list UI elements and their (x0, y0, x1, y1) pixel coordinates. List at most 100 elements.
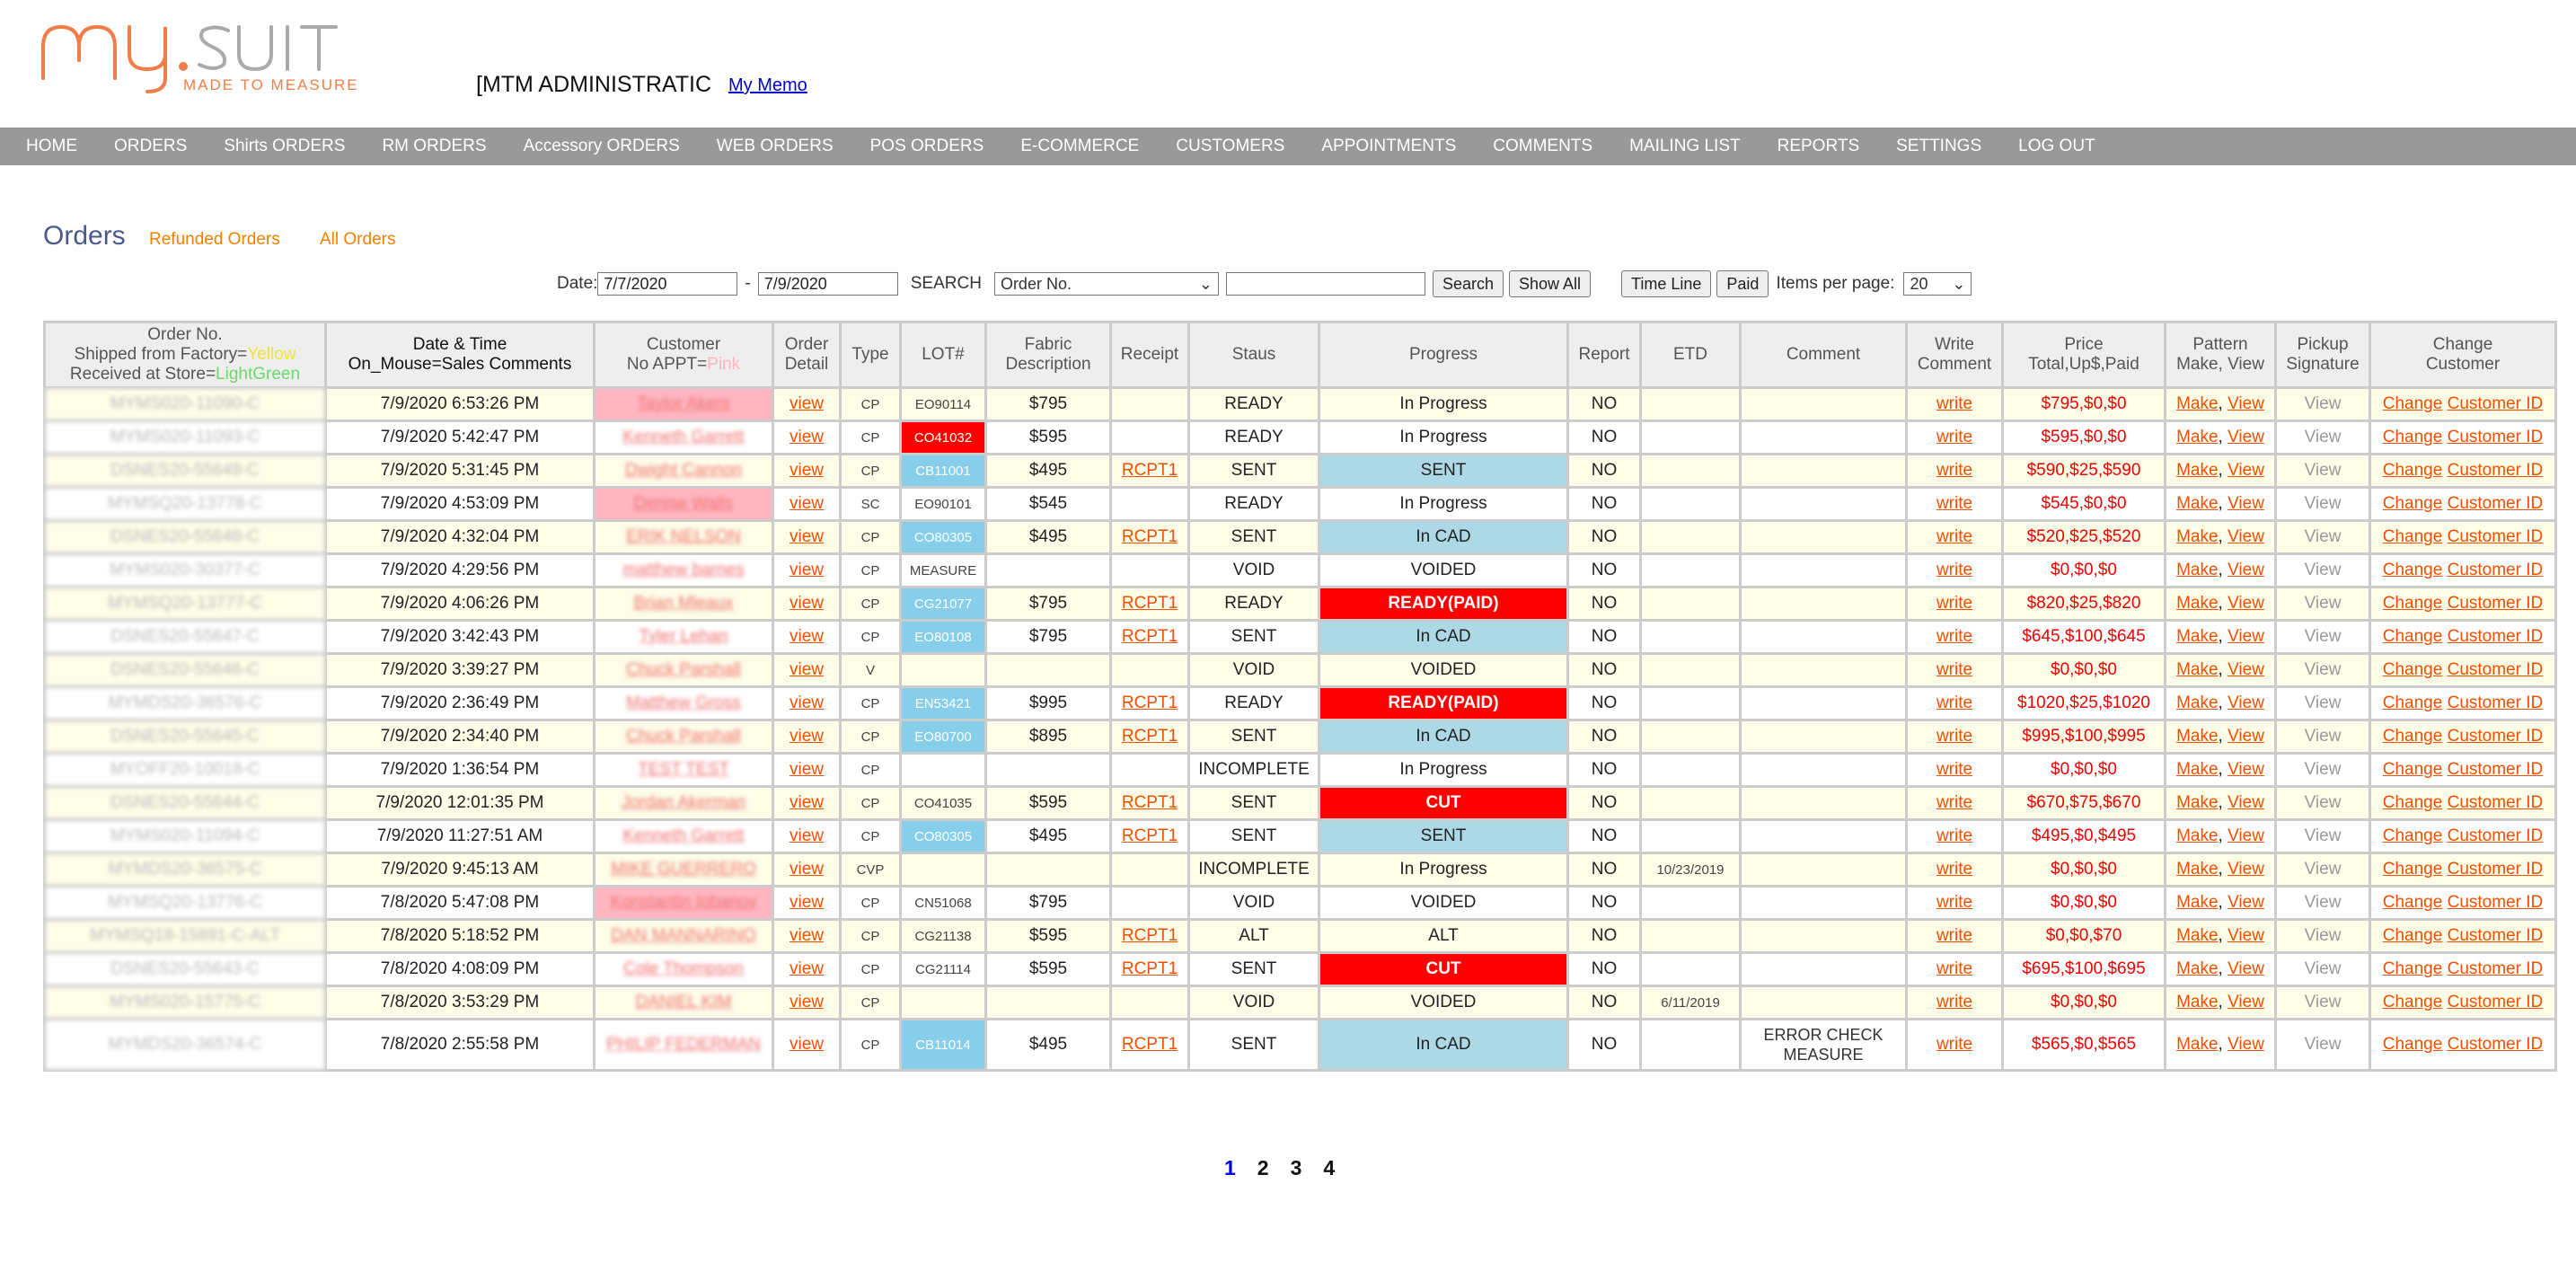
make-pattern-link[interactable]: Make (2176, 428, 2218, 446)
nav-mailing-list[interactable]: MAILING LIST (1629, 137, 1741, 156)
view-pattern-link[interactable]: View (2228, 793, 2264, 812)
make-pattern-link[interactable]: Make (2176, 926, 2218, 945)
nav-web-orders[interactable]: WEB ORDERS (717, 137, 834, 156)
view-order-link[interactable]: view (790, 627, 824, 646)
order-number[interactable]: MYMS020-11090-C (46, 389, 324, 420)
page-3-link[interactable]: 3 (1291, 1156, 1302, 1180)
write-comment-link[interactable]: write (1936, 594, 1972, 613)
write-comment-link[interactable]: write (1936, 760, 1972, 779)
view-order-link[interactable]: view (790, 461, 824, 480)
customer-link[interactable]: Tyler Lehan (639, 627, 728, 646)
customer-id-link[interactable]: Customer ID (2448, 926, 2544, 945)
pickup-signature[interactable]: View (2277, 987, 2369, 1018)
make-pattern-link[interactable]: Make (2176, 594, 2218, 613)
order-number[interactable]: DSNES20-55646-C (46, 655, 324, 685)
view-pattern-link[interactable]: View (2228, 826, 2264, 845)
view-pattern-link[interactable]: View (2228, 893, 2264, 912)
order-number[interactable]: MYMS020-11093-C (46, 422, 324, 453)
nav-log-out[interactable]: LOG OUT (2018, 137, 2095, 156)
change-link[interactable]: Change (2383, 793, 2443, 812)
show-all-button[interactable]: Show All (1508, 270, 1592, 297)
search-button[interactable]: Search (1432, 270, 1504, 297)
nav-pos-orders[interactable]: POS ORDERS (870, 137, 984, 156)
nav-settings[interactable]: SETTINGS (1896, 137, 1981, 156)
pickup-signature[interactable]: View (2277, 954, 2369, 985)
make-pattern-link[interactable]: Make (2176, 959, 2218, 978)
view-order-link[interactable]: view (790, 527, 824, 546)
change-link[interactable]: Change (2383, 693, 2443, 712)
view-pattern-link[interactable]: View (2228, 993, 2264, 1011)
change-link[interactable]: Change (2383, 627, 2443, 646)
make-pattern-link[interactable]: Make (2176, 893, 2218, 912)
nav-home[interactable]: HOME (26, 137, 77, 156)
pickup-signature[interactable]: View (2277, 888, 2369, 918)
customer-id-link[interactable]: Customer ID (2448, 660, 2544, 679)
pickup-signature[interactable]: View (2277, 489, 2369, 519)
customer-id-link[interactable]: Customer ID (2448, 959, 2544, 978)
write-comment-link[interactable]: write (1936, 959, 1972, 978)
nav-e-commerce[interactable]: E-COMMERCE (1020, 137, 1139, 156)
make-pattern-link[interactable]: Make (2176, 561, 2218, 579)
write-comment-link[interactable]: write (1936, 660, 1972, 679)
write-comment-link[interactable]: write (1936, 926, 1972, 945)
order-number[interactable]: MYMDS20-36574-C (46, 1020, 324, 1069)
customer-link[interactable]: ERIK NELSON (626, 527, 741, 546)
write-comment-link[interactable]: write (1936, 561, 1972, 579)
order-number[interactable]: MYMS020-30377-C (46, 555, 324, 586)
customer-id-link[interactable]: Customer ID (2448, 494, 2544, 513)
receipt-link[interactable]: RCPT1 (1122, 1035, 1178, 1054)
make-pattern-link[interactable]: Make (2176, 527, 2218, 546)
customer-id-link[interactable]: Customer ID (2448, 561, 2544, 579)
view-pattern-link[interactable]: View (2228, 760, 2264, 779)
pickup-signature[interactable]: View (2277, 854, 2369, 885)
order-number[interactable]: MYOFF20-10018-C (46, 755, 324, 785)
change-link[interactable]: Change (2383, 727, 2443, 746)
customer-id-link[interactable]: Customer ID (2448, 1035, 2544, 1054)
nav-shirts-orders[interactable]: Shirts ORDERS (224, 137, 345, 156)
write-comment-link[interactable]: write (1936, 394, 1972, 413)
pickup-signature[interactable]: View (2277, 455, 2369, 486)
write-comment-link[interactable]: write (1936, 693, 1972, 712)
make-pattern-link[interactable]: Make (2176, 394, 2218, 413)
customer-link[interactable]: Dwight Cannon (625, 461, 742, 480)
customer-link[interactable]: Brian Mleaux (634, 594, 734, 613)
view-pattern-link[interactable]: View (2228, 428, 2264, 446)
view-order-link[interactable]: view (790, 394, 824, 413)
make-pattern-link[interactable]: Make (2176, 660, 2218, 679)
customer-id-link[interactable]: Customer ID (2448, 826, 2544, 845)
date-to-input[interactable]: 7/9/2020 (757, 272, 898, 296)
order-number[interactable]: MYMSQ20-13778-C (46, 489, 324, 519)
view-order-link[interactable]: view (790, 727, 824, 746)
write-comment-link[interactable]: write (1936, 793, 1972, 812)
receipt-link[interactable]: RCPT1 (1122, 693, 1178, 712)
order-number[interactable]: DSNES20-55648-C (46, 522, 324, 552)
write-comment-link[interactable]: write (1936, 860, 1972, 879)
view-pattern-link[interactable]: View (2228, 461, 2264, 480)
make-pattern-link[interactable]: Make (2176, 793, 2218, 812)
change-link[interactable]: Change (2383, 561, 2443, 579)
change-link[interactable]: Change (2383, 959, 2443, 978)
view-order-link[interactable]: view (790, 893, 824, 912)
customer-link[interactable]: Kenneth Garrett (622, 428, 744, 446)
write-comment-link[interactable]: write (1936, 993, 1972, 1011)
view-pattern-link[interactable]: View (2228, 959, 2264, 978)
view-order-link[interactable]: view (790, 993, 824, 1011)
write-comment-link[interactable]: write (1936, 627, 1972, 646)
write-comment-link[interactable]: write (1936, 893, 1972, 912)
pickup-signature[interactable]: View (2277, 688, 2369, 719)
order-number[interactable]: MYMDS20-36576-C (46, 688, 324, 719)
change-link[interactable]: Change (2383, 594, 2443, 613)
customer-id-link[interactable]: Customer ID (2448, 527, 2544, 546)
receipt-link[interactable]: RCPT1 (1122, 793, 1178, 812)
view-order-link[interactable]: view (790, 826, 824, 845)
pickup-signature[interactable]: View (2277, 555, 2369, 586)
customer-id-link[interactable]: Customer ID (2448, 461, 2544, 480)
change-link[interactable]: Change (2383, 1035, 2443, 1054)
view-order-link[interactable]: view (790, 594, 824, 613)
customer-link[interactable]: DANIEL KIM (636, 993, 732, 1011)
view-order-link[interactable]: view (790, 860, 824, 879)
customer-link[interactable]: Kenneth Garrett (622, 826, 744, 845)
change-link[interactable]: Change (2383, 428, 2443, 446)
search-input[interactable] (1225, 272, 1425, 296)
order-number[interactable]: DSNES20-55649-C (46, 455, 324, 486)
